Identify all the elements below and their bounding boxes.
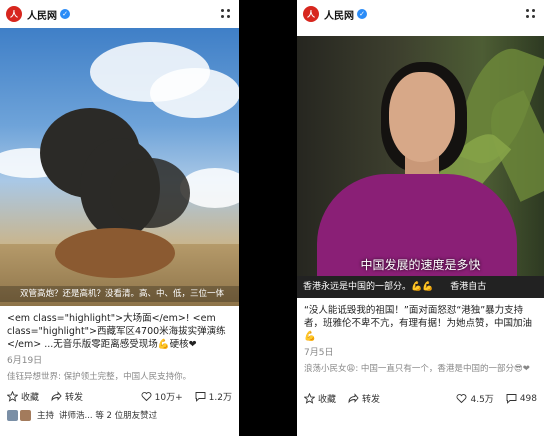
save-button[interactable]: 收藏	[303, 392, 337, 405]
share-button[interactable]: 转发	[348, 392, 380, 405]
top-comment[interactable]: 浪荡小民女😩: 中国一直只有一个，香港是中国的一部分😎❤	[297, 360, 544, 386]
ticker-text-2: 香港自古	[450, 282, 487, 292]
heart-icon	[141, 391, 152, 402]
save-button[interactable]: 收藏	[6, 390, 40, 403]
comment-button[interactable]: 498	[506, 393, 537, 404]
like-button[interactable]: 10万+	[141, 390, 183, 403]
like-count: 4.5万	[470, 395, 494, 405]
friend-avatar	[7, 409, 18, 421]
like-count: 10万+	[154, 393, 183, 403]
people-daily-logo[interactable]: 人	[6, 6, 22, 22]
account-name[interactable]: 人民网	[324, 7, 354, 22]
comment-text: 中国一直只有一个，香港是中国的一部分😎❤	[358, 364, 530, 374]
explosion-smoke	[110, 158, 190, 228]
save-label: 收藏	[21, 393, 40, 403]
share-icon	[51, 391, 62, 402]
comment-button[interactable]: 1.2万	[195, 390, 232, 403]
ticker-text: 香港永远是中国的一部分。💪💪	[303, 282, 434, 292]
star-icon	[303, 392, 316, 404]
post-card-right[interactable]: 人 人民网 ✓ 中国发展的速度是多快 香港永远是中国的一部分。💪💪 香港自古 “…	[297, 0, 544, 436]
comment-icon	[506, 393, 517, 404]
post-header: 人 人民网 ✓	[0, 0, 239, 28]
comment-user: 佳钰异想世界:	[7, 372, 61, 382]
news-ticker: 香港永远是中国的一部分。💪💪 香港自古	[297, 276, 544, 298]
action-bar: 收藏 转发 10万+ 1.2万	[0, 384, 239, 409]
friends-liked-row[interactable]: 主持 讲师浩... 等 2 位朋友赞过	[0, 409, 239, 421]
share-label: 转发	[362, 395, 381, 405]
comment-icon	[195, 391, 206, 402]
post-header: 人 人民网 ✓	[297, 0, 544, 28]
top-comment[interactable]: 佳钰异想世界: 保护领土完整，中国人民支持你。	[0, 368, 239, 384]
post-date: 7月5日	[304, 348, 334, 358]
video-caption: 双管高炮？还是高机？没看清。高、中、低，三位一体	[0, 286, 239, 302]
verified-badge-icon: ✓	[60, 9, 70, 19]
more-options-icon[interactable]	[526, 9, 536, 19]
verified-badge-icon: ✓	[357, 9, 367, 19]
more-options-icon[interactable]	[221, 9, 231, 19]
explosion-dust	[55, 228, 175, 278]
video-subtitle: 中国发展的速度是多快	[360, 258, 481, 272]
comment-text: 保护领土完整，中国人民支持你。	[60, 372, 192, 382]
person-face	[389, 72, 455, 162]
post-date: 6月19日	[7, 356, 43, 366]
comment-count: 1.2万	[208, 393, 232, 403]
friend-avatar	[20, 409, 31, 421]
comment-user: 浪荡小民女😩:	[304, 364, 359, 374]
post-text[interactable]: <em class="highlight">大场面</em>! <em clas…	[0, 306, 239, 351]
people-daily-logo[interactable]: 人	[303, 6, 319, 22]
friends-liked-text: 讲师浩... 等 2 位朋友赞过	[59, 411, 158, 421]
star-icon	[6, 390, 19, 402]
save-label: 收藏	[318, 395, 337, 405]
cloud	[150, 68, 239, 118]
heart-icon	[456, 393, 467, 404]
post-card-left[interactable]: 人 人民网 ✓ 双管高炮？还是高机？没看清。高、中、低，三位一体 <em cla…	[0, 0, 239, 436]
video-player[interactable]: 双管高炮？还是高机？没看清。高、中、低，三位一体	[0, 28, 239, 306]
like-button[interactable]: 4.5万	[456, 392, 494, 405]
account-name[interactable]: 人民网	[27, 7, 57, 22]
action-bar: 收藏 转发 4.5万 498	[297, 386, 544, 411]
feed-screen: 人 人民网 ✓ 双管高炮？还是高机？没看清。高、中、低，三位一体 <em cla…	[0, 0, 544, 436]
share-icon	[348, 393, 359, 404]
post-text[interactable]: “没人能诋毁我的祖国！”面对面怒怼“港独”暴力支持者，班雅伦不卑不亢，有理有据！…	[297, 298, 544, 343]
share-label: 转发	[65, 393, 84, 403]
host-label: 主持	[37, 411, 55, 421]
comment-count: 498	[519, 393, 537, 404]
video-player[interactable]: 中国发展的速度是多快 香港永远是中国的一部分。💪💪 香港自古	[297, 36, 544, 298]
share-button[interactable]: 转发	[51, 390, 83, 403]
